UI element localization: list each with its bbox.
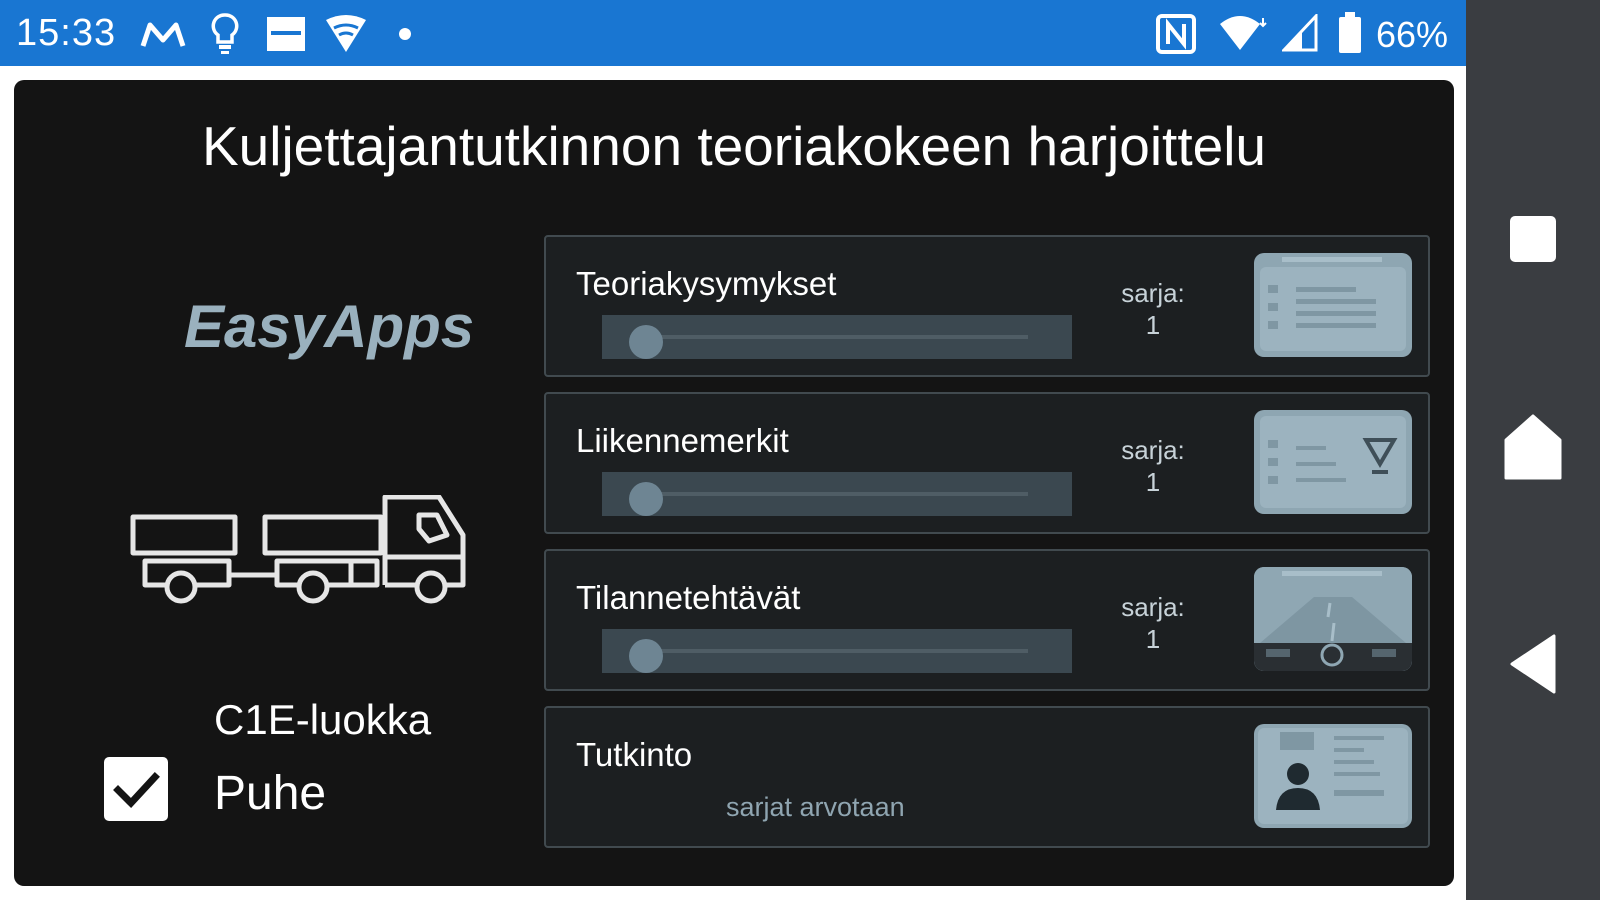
license-class-label: C1E-luokka [214, 696, 432, 743]
nfc-icon [1156, 14, 1196, 59]
slider-track [632, 335, 1028, 339]
battery-percentage: 66% [1375, 14, 1448, 55]
series-indicator: sarja: 1 [1108, 591, 1198, 655]
slider-track [632, 649, 1028, 653]
home-icon [1504, 414, 1562, 480]
series-random-note: sarjat arvotaan [726, 792, 905, 822]
series-indicator: sarja: 1 [1108, 277, 1198, 341]
navigation-bar [1466, 0, 1600, 900]
series-label: sarja: [1121, 278, 1185, 308]
card-title: Liikennemerkit [576, 422, 789, 459]
series-slider[interactable] [602, 472, 1072, 516]
license-card-icon [1254, 724, 1412, 828]
card-traffic-signs[interactable]: Liikennemerkit sarja: 1 [544, 392, 1430, 534]
voice-checkbox[interactable] [104, 757, 168, 821]
card-title: Tilannetehtävät [576, 579, 801, 616]
status-bar: 15:33 66% [0, 0, 1466, 66]
back-button[interactable] [1466, 612, 1600, 712]
wifi-icon [1218, 14, 1268, 57]
back-triangle-icon [1510, 634, 1556, 694]
slider-thumb[interactable] [629, 639, 663, 673]
series-slider[interactable] [602, 315, 1072, 359]
recents-square-icon [1510, 216, 1556, 262]
slider-thumb[interactable] [629, 482, 663, 516]
card-theory-questions[interactable]: Teoriakysymykset sarja: 1 [544, 235, 1430, 377]
truck-with-trailer-icon [129, 494, 479, 620]
gmail-m-icon [140, 20, 186, 55]
bulb-icon [210, 12, 240, 61]
news-icon [266, 16, 306, 57]
checkmark-icon [113, 772, 160, 809]
card-title: Teoriakysymykset [576, 265, 837, 302]
slider-track [632, 492, 1028, 496]
series-indicator: sarja: 1 [1108, 434, 1198, 498]
card-situations[interactable]: Tilannetehtävät sarja: 1 [544, 549, 1430, 691]
road-situation-card-icon [1254, 567, 1412, 671]
home-button[interactable] [1466, 400, 1600, 500]
wifi-shield-icon [324, 14, 368, 59]
series-value: 1 [1145, 624, 1161, 654]
card-title: Tutkinto [576, 736, 693, 773]
series-value: 1 [1145, 467, 1161, 497]
status-time: 15:33 [16, 12, 117, 54]
page-title: Kuljettajantutkinnon teoriakokeen harjoi… [201, 115, 1267, 177]
recents-button[interactable] [1466, 190, 1600, 290]
cell-signal-icon [1280, 12, 1318, 57]
voice-label[interactable]: Puhe [214, 766, 326, 821]
series-label: sarja: [1121, 592, 1185, 622]
series-slider[interactable] [602, 629, 1072, 673]
series-value: 1 [1145, 310, 1161, 340]
card-exam[interactable]: Tutkinto sarjat arvotaan [544, 706, 1430, 848]
dot-icon [399, 27, 411, 45]
slider-thumb[interactable] [629, 325, 663, 359]
series-label: sarja: [1121, 435, 1185, 465]
question-card-icon [1254, 253, 1412, 357]
app-panel: Kuljettajantutkinnon teoriakokeen harjoi… [14, 80, 1454, 886]
battery-icon [1338, 12, 1362, 59]
brand-logo: EasyApps [184, 293, 475, 360]
traffic-sign-card-icon [1254, 410, 1412, 514]
